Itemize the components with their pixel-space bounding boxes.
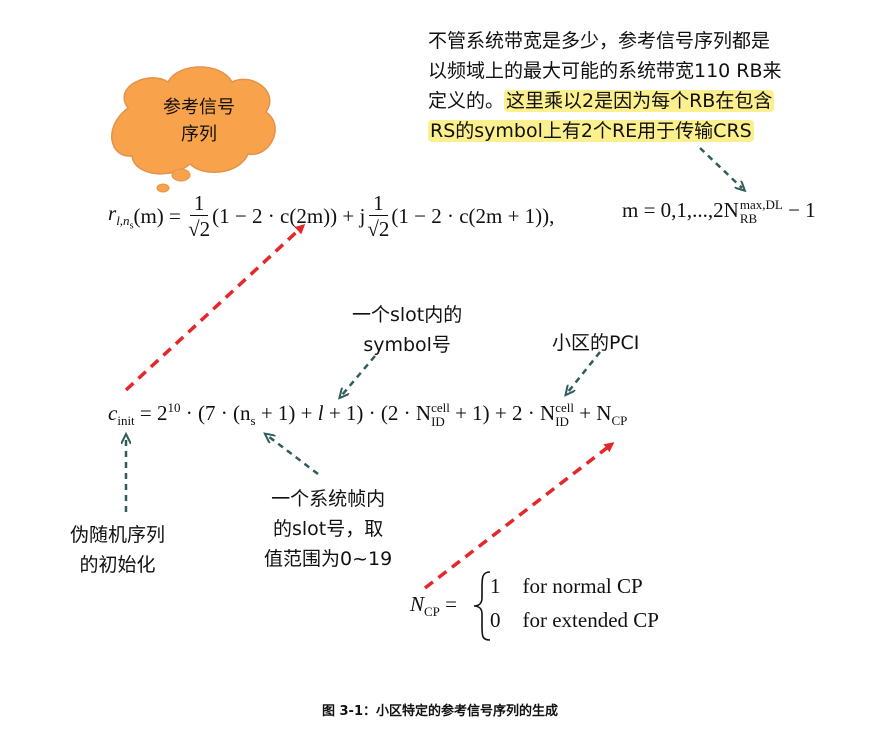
eq-ncp-case2-text: for extended CP (522, 608, 659, 632)
bubble-line1: 参考信号 (163, 97, 235, 118)
equation-ncp-case1: 1 for normal CP (490, 574, 643, 599)
eq-r-arg: (m) = (133, 203, 187, 228)
note-line3-plain: 定义的。 (428, 90, 505, 112)
eq-r-frac1-den: √2 (188, 216, 211, 241)
eq-r-range-tail: − 1 (782, 198, 816, 222)
label-slot-symbol: 一个slot内的 symbol号 (352, 300, 462, 360)
eq-c-lhs: c (108, 401, 118, 425)
eq-c-p5: + N (573, 401, 612, 425)
note-line2: 以频域上的最大可能的系统带宽110 RB来 (428, 60, 782, 82)
eq-r-range-sup: max,DL (739, 197, 783, 213)
note-block: 不管系统带宽是多少，参考信号序列都是 以频域上的最大可能的系统带宽110 RB来… (428, 26, 782, 146)
teal-arrow-slot (268, 436, 319, 475)
eq-ncp-lhs-sub: CP (424, 604, 440, 620)
eq-r-frac2-den: √2 (367, 216, 390, 241)
equation-ncp-lhs: NCP = (410, 592, 457, 620)
label-slot-number-line3: 值范围为0~19 (264, 548, 393, 570)
eq-r-frac1: 1 √2 (188, 191, 210, 242)
teal-arrow-note (699, 147, 742, 188)
eq-c-n2-sub: ID (555, 414, 569, 430)
note-line4-highlight: RS的symbol上有2个RE用于传输CRS (428, 120, 754, 142)
eq-c-lhs-sub: init (117, 413, 135, 429)
eq-c-pow: 10 (167, 400, 181, 415)
label-pci: 小区的PCI (552, 328, 639, 358)
label-slot-symbol-line2: symbol号 (363, 334, 451, 356)
equation-r-range: m = 0,1,...,2N max,DL RB − 1 (622, 198, 816, 226)
label-slot-number: 一个系统帧内 的slot号，取 值范围为0~19 (264, 484, 392, 574)
eq-r-lhs: r (108, 200, 117, 225)
note-line4: RS的symbol上有2个RE用于传输CRS (428, 116, 782, 146)
eq-c-n2-sup: cell (555, 400, 574, 416)
eq-c-n1-sub: ID (431, 414, 445, 430)
eq-c-eq: = 2 (134, 401, 168, 425)
bubble-text: 参考信号 序列 (140, 94, 258, 148)
eq-c-ncp-sub: CP (611, 413, 628, 429)
note-line1: 不管系统带宽是多少，参考信号序列都是 (428, 30, 771, 52)
label-slot-number-line1: 一个系统帧内 (271, 488, 386, 510)
red-arrow-cinit-to-r (124, 223, 306, 392)
eq-r-term2: (1 − 2 · c(2m + 1)), (391, 203, 555, 228)
note-line3: 定义的。 这里乘以2是因为每个RB在包含 (428, 86, 782, 116)
eq-r-lhs-sub: l,n (116, 212, 130, 228)
eq-ncp-case2-val: 0 (490, 608, 501, 632)
eq-c-p3: + 1) · (2 · N (323, 401, 432, 425)
eq-r-term1: (1 − 2 · c(2m)) + j (212, 203, 366, 228)
red-arrow-ncp-to-cinit (423, 442, 615, 590)
label-prs-init-line1: 伪随机序列 (70, 524, 166, 546)
eq-r-range-sub: RB (739, 211, 758, 227)
eq-r-frac2-num: 1 (369, 191, 388, 216)
eq-ncp-eq: = (445, 592, 458, 616)
eq-r-frac1-num: 1 (189, 191, 209, 216)
figure-caption: 图 3-1：小区特定的参考信号序列的生成 (321, 704, 558, 719)
label-slot-number-line2: 的slot号，取 (272, 518, 384, 540)
label-slot-symbol-line1: 一个slot内的 (352, 304, 463, 326)
equation-ncp-case2: 0 for extended CP (490, 608, 659, 633)
equation-cinit: cinit = 210 · (7 · (ns + 1) + l + 1) · (… (108, 400, 627, 429)
eq-c-n1-sup: cell (431, 400, 450, 416)
equation-r: rl,ns (m) = 1 √2 (1 − 2 · c(2m)) + j 1 √… (108, 186, 554, 246)
label-prs-init: 伪随机序列 的初始化 (70, 520, 165, 580)
teal-arrow-symbol (342, 355, 376, 395)
eq-ncp-case1-val: 1 (490, 574, 501, 598)
eq-ncp-case1-text: for normal CP (522, 574, 643, 598)
label-prs-init-line2: 的初始化 (79, 554, 156, 576)
cases-brace (473, 571, 491, 641)
eq-r-frac2: 1 √2 (367, 191, 389, 242)
eq-c-p4: + 1) + 2 · N (449, 401, 556, 425)
eq-ncp-lhs: N (410, 592, 425, 616)
teal-arrow-pci (568, 351, 601, 392)
bubble-line2: 序列 (181, 124, 217, 145)
label-pci-text: 小区的PCI (552, 332, 640, 354)
note-line3-highlight: 这里乘以2是因为每个RB在包含 (504, 90, 775, 112)
eq-c-p1: · (7 · (n (180, 401, 251, 425)
eq-r-range: m = 0,1,...,2N (622, 198, 739, 222)
eq-c-p2: + 1) + (255, 401, 318, 425)
